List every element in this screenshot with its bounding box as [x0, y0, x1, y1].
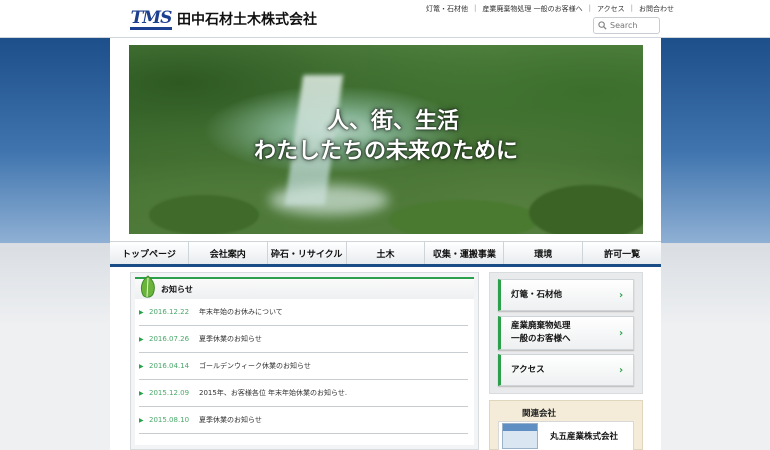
search-box[interactable] [593, 17, 660, 34]
side-button-label: 灯篭・石材他 [511, 289, 563, 300]
chevron-right-icon: › [619, 327, 624, 339]
news-item[interactable]: ▶ 2015.08.10 夏季休業のお知らせ [139, 407, 468, 434]
news-date: 2016.12.22 [149, 308, 190, 316]
related-company-name: 丸五産業株式会社 [550, 432, 619, 442]
side-button-line-2: 一般のお客様へ [511, 334, 571, 344]
news-panel: お知らせ ▶ 2016.12.22 年末年始のお休みについて ▶ 2016.07… [130, 272, 479, 450]
arrow-bullet-icon: ▶ [139, 308, 144, 316]
nav-company[interactable]: 会社案内 [189, 242, 268, 264]
mossy-rock [389, 200, 539, 234]
news-title[interactable]: ゴールデンウィーク休業のお知らせ [199, 361, 311, 371]
hero-tagline: 人、街、生活 わたしたちの未来のために [129, 107, 643, 167]
side-button-stone[interactable]: 灯篭・石材他 › [498, 279, 634, 311]
news-date: 2015.12.09 [149, 389, 190, 397]
top-link-stone[interactable]: 灯篭・石材他 [420, 4, 474, 14]
side-button-waste[interactable]: 産業廃棄物処理 一般のお客様へ › [498, 316, 634, 350]
news-date: 2016.04.14 [149, 362, 190, 370]
side-button-label: 産業廃棄物処理 一般のお客様へ [501, 320, 619, 346]
news-item[interactable]: ▶ 2016.04.14 ゴールデンウィーク休業のお知らせ [139, 353, 468, 380]
side-button-access[interactable]: アクセス › [498, 354, 634, 386]
related-title: 関連会社 [522, 409, 557, 419]
top-link-waste[interactable]: 産業廃棄物処理 一般のお客様へ [476, 4, 588, 14]
side-button-line-1: 産業廃棄物処理 [511, 321, 571, 331]
nav-recycle[interactable]: 砕石・リサイクル [268, 242, 347, 264]
news-item[interactable]: ▶ 2016.07.26 夏季休業のお知らせ [139, 326, 468, 353]
hero-line-1: 人、街、生活 [326, 109, 459, 134]
arrow-bullet-icon: ▶ [139, 335, 144, 343]
company-thumbnail [502, 423, 538, 449]
company-logo[interactable]: TMS 田中石材土木株式会社 [130, 8, 317, 30]
side-menu: 灯篭・石材他 › 産業廃棄物処理 一般のお客様へ › アクセス › [489, 272, 643, 394]
nav-transport[interactable]: 収集・運搬事業 [425, 242, 505, 264]
nav-civil[interactable]: 土木 [347, 242, 426, 264]
arrow-bullet-icon: ▶ [139, 416, 144, 424]
news-title[interactable]: 夏季休業のお知らせ [199, 415, 262, 425]
top-links: 灯篭・石材他 | 産業廃棄物処理 一般のお客様へ | アクセス | お問合わせ [420, 4, 680, 14]
hero-line-2: わたしたちの未来のために [253, 139, 518, 164]
search-icon [598, 21, 607, 30]
logo-mark: TMS [130, 8, 172, 30]
news-header: お知らせ [135, 275, 474, 299]
site-header: TMS 田中石材土木株式会社 灯篭・石材他 | 産業廃棄物処理 一般のお客様へ … [0, 0, 770, 38]
news-title[interactable]: 夏季休業のお知らせ [199, 334, 262, 344]
top-link-access[interactable]: アクセス [591, 4, 631, 14]
news-item[interactable]: ▶ 2015.12.09 2015年、お客様各位 年末年始休業のお知らせ. [139, 380, 468, 407]
chevron-right-icon: › [619, 289, 624, 301]
company-name: 田中石材土木株式会社 [177, 12, 317, 28]
nav-top[interactable]: トップページ [110, 242, 189, 264]
related-company-card[interactable]: 丸五産業株式会社 [498, 421, 634, 450]
mossy-rock [149, 195, 259, 234]
nav-permits[interactable]: 許可一覧 [583, 242, 661, 264]
main-navigation: トップページ 会社案内 砕石・リサイクル 土木 収集・運搬事業 環境 許可一覧 [110, 241, 661, 267]
chevron-right-icon: › [619, 364, 624, 376]
leaf-icon [140, 275, 155, 298]
side-button-label: アクセス [511, 364, 545, 375]
waterfall-pool [269, 185, 389, 215]
news-list: ▶ 2016.12.22 年末年始のお休みについて ▶ 2016.07.26 夏… [135, 299, 474, 434]
nav-environment[interactable]: 環境 [504, 242, 584, 264]
news-heading: お知らせ [161, 284, 193, 294]
news-date: 2015.08.10 [149, 416, 190, 424]
search-input[interactable] [610, 21, 660, 30]
news-date: 2016.07.26 [149, 335, 190, 343]
arrow-bullet-icon: ▶ [139, 362, 144, 370]
arrow-bullet-icon: ▶ [139, 389, 144, 397]
hero-banner: 人、街、生活 わたしたちの未来のために [129, 45, 643, 234]
top-link-contact[interactable]: お問合わせ [633, 4, 680, 14]
news-title[interactable]: 年末年始のお休みについて [199, 307, 283, 317]
mossy-rock [529, 185, 643, 234]
news-item[interactable]: ▶ 2016.12.22 年末年始のお休みについて [139, 299, 468, 326]
news-title[interactable]: 2015年、お客様各位 年末年始休業のお知らせ. [199, 388, 347, 398]
related-companies: 関連会社 丸五産業株式会社 [489, 400, 643, 450]
